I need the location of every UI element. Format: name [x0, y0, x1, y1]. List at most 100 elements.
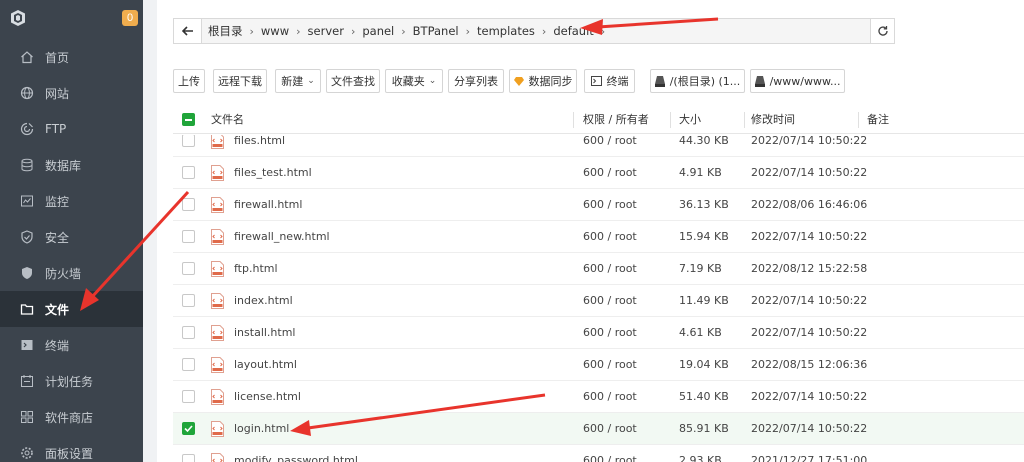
file-name[interactable]: license.html: [234, 381, 301, 413]
grid-icon: [19, 409, 35, 425]
table-row[interactable]: files_test.html 600 / root 4.91 KB 2022/07/…: [173, 157, 1024, 189]
breadcrumb-item[interactable]: panel: [362, 24, 394, 38]
file-name[interactable]: login.html: [234, 413, 289, 445]
column-mtime-header[interactable]: 修改时间: [751, 106, 795, 134]
disk-icon: [754, 75, 765, 87]
row-checkbox[interactable]: [182, 198, 195, 211]
table-row[interactable]: login.html 600 / root 85.91 KB 2022/07/14 1…: [173, 413, 1024, 445]
sidebar-item-home[interactable]: 首页: [0, 39, 143, 75]
file-name[interactable]: firewall_new.html: [234, 221, 330, 253]
row-checkbox[interactable]: [182, 326, 195, 339]
file-permission[interactable]: 600 / root: [583, 317, 637, 349]
row-checkbox[interactable]: [182, 262, 195, 275]
sidebar-item-gear[interactable]: 面板设置: [0, 435, 143, 462]
refresh-button[interactable]: [870, 18, 895, 44]
sidebar-item-grid[interactable]: 软件商店: [0, 399, 143, 435]
sidebar-item-clock[interactable]: 计划任务: [0, 363, 143, 399]
notification-badge[interactable]: 0: [122, 10, 138, 26]
sidebar-item-label: 监控: [45, 194, 70, 209]
file-permission[interactable]: 600 / root: [583, 135, 637, 157]
select-all-checkbox[interactable]: [182, 113, 195, 126]
sidebar-item-folder[interactable]: 文件: [0, 291, 143, 327]
row-checkbox[interactable]: [182, 422, 195, 435]
file-permission[interactable]: 600 / root: [583, 445, 637, 462]
breadcrumb-item[interactable]: BTPanel: [413, 24, 459, 38]
file-mtime: 2021/12/27 17:51:00: [751, 454, 868, 462]
share-list-button[interactable]: 分享列表: [448, 69, 504, 93]
favorites-dropdown-button[interactable]: 收藏夹 ⌄: [385, 69, 443, 93]
row-checkbox[interactable]: [182, 166, 195, 179]
chevron-right-icon: ›: [296, 24, 301, 38]
breadcrumb-item[interactable]: www: [261, 24, 289, 38]
table-row[interactable]: firewall.html 600 / root 36.13 KB 2022/08/0…: [173, 189, 1024, 221]
row-checkbox[interactable]: [182, 390, 195, 403]
back-button[interactable]: [174, 19, 202, 43]
sidebar-item-database[interactable]: 数据库: [0, 147, 143, 183]
sidebar-item-ftp[interactable]: FTP: [0, 111, 143, 147]
table-row[interactable]: index.html 600 / root 11.49 KB 2022/07/14 1…: [173, 285, 1024, 317]
table-row[interactable]: firewall_new.html 600 / root 15.94 KB 2022/…: [173, 221, 1024, 253]
globe-icon: [19, 85, 35, 101]
file-permission[interactable]: 600 / root: [583, 381, 637, 413]
file-name[interactable]: install.html: [234, 317, 295, 349]
breadcrumb-item[interactable]: server: [308, 24, 344, 38]
column-permission-header[interactable]: 权限 / 所有者: [583, 106, 649, 134]
disk-www-button[interactable]: /www/www...: [750, 69, 845, 93]
sidebar-item-label: 计划任务: [45, 374, 94, 389]
file-permission[interactable]: 600 / root: [583, 285, 637, 317]
data-sync-button[interactable]: 数据同步: [509, 69, 577, 93]
file-search-button[interactable]: 文件查找: [326, 69, 380, 93]
sidebar-item-label: FTP: [45, 122, 67, 136]
chevron-right-icon: ›: [401, 24, 406, 38]
terminal-button[interactable]: 终端: [584, 69, 635, 93]
path-bar[interactable]: 根目录 › www › server › panel › BTPanel › templates › d…: [173, 18, 895, 44]
chevron-right-icon: ›: [541, 24, 547, 38]
row-checkbox[interactable]: [182, 454, 195, 462]
sidebar-item-globe[interactable]: 网站: [0, 75, 143, 111]
row-checkbox[interactable]: [182, 230, 195, 243]
file-size: 51.40 KB: [679, 390, 729, 403]
column-note-header[interactable]: 备注: [867, 106, 889, 134]
row-checkbox[interactable]: [182, 135, 195, 147]
file-permission[interactable]: 600 / root: [583, 413, 637, 445]
table-row[interactable]: modify_password.html 600 / root 2.93 KB 202…: [173, 445, 1024, 462]
file-permission[interactable]: 600 / root: [583, 221, 637, 253]
breadcrumb-item[interactable]: 根目录: [208, 23, 243, 39]
table-header: 文件名 权限 / 所有者 大小 修改时间 备注: [173, 106, 1024, 134]
upload-button[interactable]: 上传: [173, 69, 205, 93]
file-name[interactable]: files_test.html: [234, 157, 312, 189]
file-name[interactable]: index.html: [234, 285, 293, 317]
file-name[interactable]: layout.html: [234, 349, 297, 381]
table-row[interactable]: license.html 600 / root 51.40 KB 2022/07/14…: [173, 381, 1024, 413]
file-list: files.html 600 / root 44.30 KB 2022/07/14 1…: [173, 135, 1024, 462]
row-checkbox[interactable]: [182, 294, 195, 307]
table-row[interactable]: ftp.html 600 / root 7.19 KB 2022/08/12 15:2…: [173, 253, 1024, 285]
sidebar-item-terminal[interactable]: 终端: [0, 327, 143, 363]
diamond-icon: [513, 76, 524, 86]
table-row[interactable]: install.html 600 / root 4.61 KB 2022/07/14 …: [173, 317, 1024, 349]
remote-download-button[interactable]: 远程下载: [213, 69, 267, 93]
html-file-icon: [211, 389, 224, 405]
breadcrumb-item[interactable]: templates: [477, 24, 535, 38]
row-checkbox[interactable]: [182, 358, 195, 371]
table-row[interactable]: layout.html 600 / root 19.04 KB 2022/08/15 …: [173, 349, 1024, 381]
breadcrumb-item[interactable]: default: [553, 24, 593, 38]
sidebar-item-monitor[interactable]: 监控: [0, 183, 143, 219]
file-name[interactable]: ftp.html: [234, 253, 278, 285]
sidebar-item-shield[interactable]: 安全: [0, 219, 143, 255]
clock-icon: [19, 373, 35, 389]
file-name[interactable]: files.html: [234, 135, 285, 157]
file-name[interactable]: firewall.html: [234, 189, 302, 221]
file-permission[interactable]: 600 / root: [583, 349, 637, 381]
new-dropdown-button[interactable]: 新建 ⌄: [275, 69, 321, 93]
file-permission[interactable]: 600 / root: [583, 253, 637, 285]
disk-root-button[interactable]: /(根目录) (1...: [650, 69, 745, 93]
html-file-icon: [211, 165, 224, 181]
file-name[interactable]: modify_password.html: [234, 445, 358, 462]
column-size-header[interactable]: 大小: [679, 106, 701, 134]
column-name-header[interactable]: 文件名: [211, 106, 244, 134]
file-permission[interactable]: 600 / root: [583, 157, 637, 189]
table-row[interactable]: files.html 600 / root 44.30 KB 2022/07/14 1…: [173, 135, 1024, 157]
sidebar-item-firewall[interactable]: 防火墙: [0, 255, 143, 291]
file-permission[interactable]: 600 / root: [583, 189, 637, 221]
